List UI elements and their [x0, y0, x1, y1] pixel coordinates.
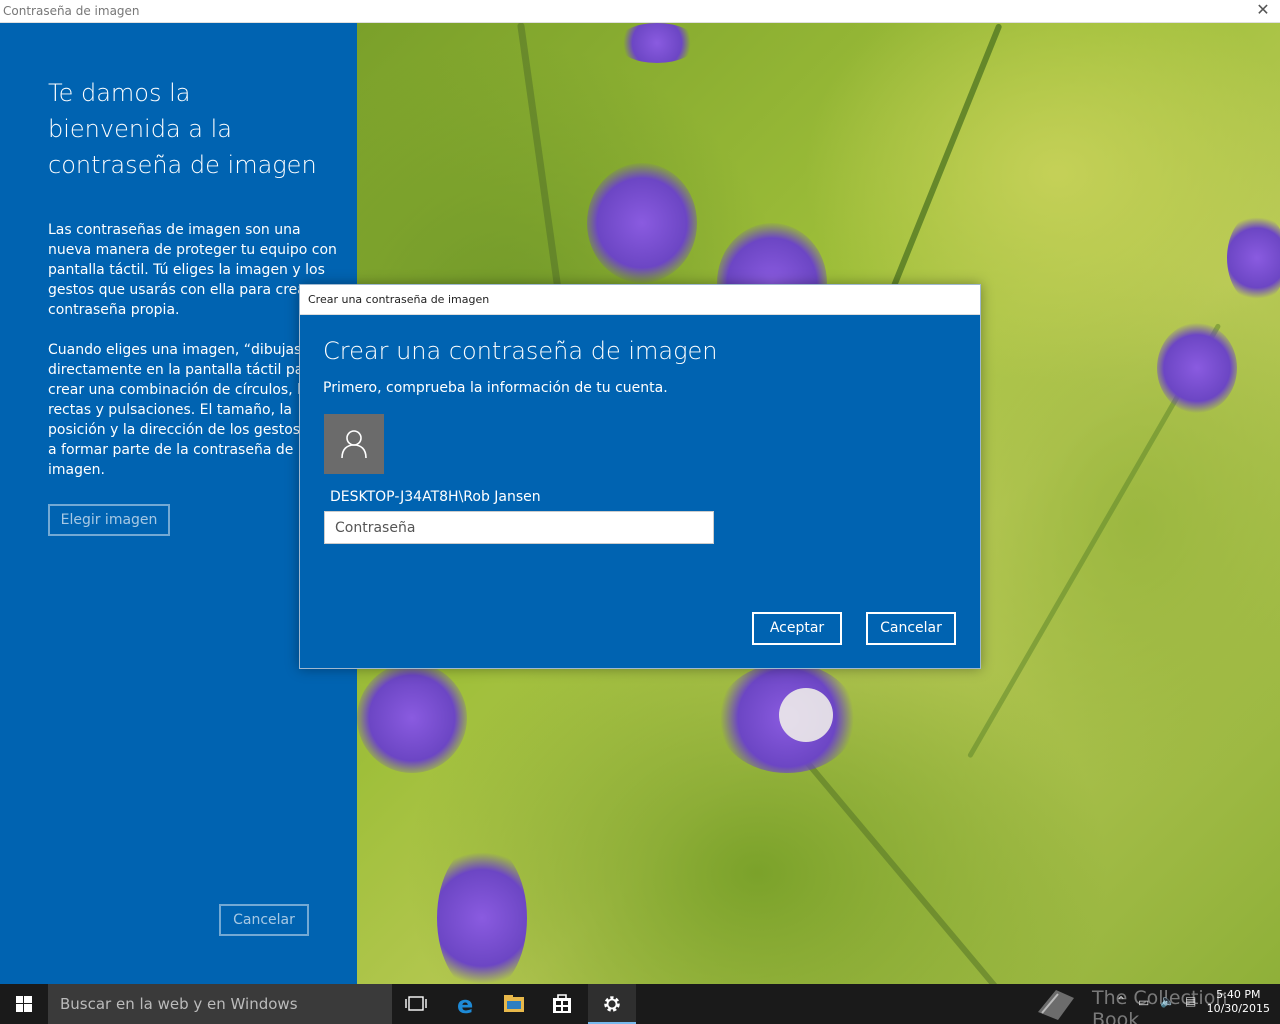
flower [587, 163, 697, 283]
windows-logo-icon [16, 996, 32, 1012]
accept-button[interactable]: Aceptar [752, 612, 842, 645]
edge-browser-icon: e [457, 991, 473, 1019]
gear-icon [604, 996, 620, 1012]
flower [1157, 323, 1237, 413]
create-picture-password-dialog: Crear una contraseña de imagen Crear una… [299, 284, 981, 669]
network-icon[interactable]: ▭ [1138, 995, 1149, 1024]
edge-button[interactable]: e [442, 984, 490, 1024]
start-button[interactable] [0, 984, 48, 1024]
dialog-heading: Crear una contraseña de imagen [323, 337, 718, 365]
close-icon[interactable]: ✕ [1254, 1, 1272, 19]
task-view-button[interactable] [392, 984, 440, 1024]
dialog-subtitle: Primero, comprueba la información de tu … [323, 380, 668, 396]
flower [357, 663, 467, 773]
account-username: DESKTOP-J34AT8H\Rob Jansen [330, 489, 541, 505]
window-titlebar: Contraseña de imagen ✕ [0, 0, 1280, 23]
choose-picture-button[interactable]: Elegir imagen [48, 504, 170, 536]
flower [437, 843, 527, 984]
store-button[interactable] [538, 984, 586, 1024]
action-center-icon[interactable]: ▤ [1185, 994, 1196, 1024]
file-explorer-button[interactable] [490, 984, 538, 1024]
volume-icon[interactable]: 🔈 [1160, 994, 1175, 1024]
taskbar: Buscar en la web y en Windows e The Coll… [0, 984, 1280, 1024]
user-icon [341, 430, 367, 459]
dialog-title: Crear una contraseña de imagen [308, 293, 490, 306]
taskbar-clock[interactable]: 5:40 PM 10/30/2015 [1207, 988, 1270, 1016]
dialog-cancel-button[interactable]: Cancelar [866, 612, 956, 645]
touch-point-indicator [779, 688, 833, 742]
store-bag-icon [553, 994, 571, 1013]
clock-date: 10/30/2015 [1206, 1002, 1270, 1015]
task-view-icon [405, 996, 427, 1011]
settings-button[interactable] [588, 984, 636, 1024]
chevron-up-icon[interactable]: ⌃ [1116, 994, 1126, 1024]
taskbar-search-box[interactable]: Buscar en la web y en Windows [48, 984, 392, 1024]
clock-time: 5:40 PM [1216, 988, 1261, 1001]
flower [617, 23, 697, 63]
password-field[interactable] [324, 511, 714, 544]
flower [1227, 213, 1280, 303]
book-logo-icon [1038, 990, 1074, 1020]
panel-cancel-button[interactable]: Cancelar [219, 904, 309, 936]
window-title: Contraseña de imagen [3, 4, 140, 18]
intro-heading: Te damos la bienvenida a la contraseña d… [48, 79, 317, 179]
folder-icon [504, 995, 524, 1012]
svg-text:e: e [457, 991, 473, 1019]
stem [787, 739, 1062, 984]
dialog-titlebar: Crear una contraseña de imagen [300, 285, 980, 315]
avatar [324, 414, 384, 474]
